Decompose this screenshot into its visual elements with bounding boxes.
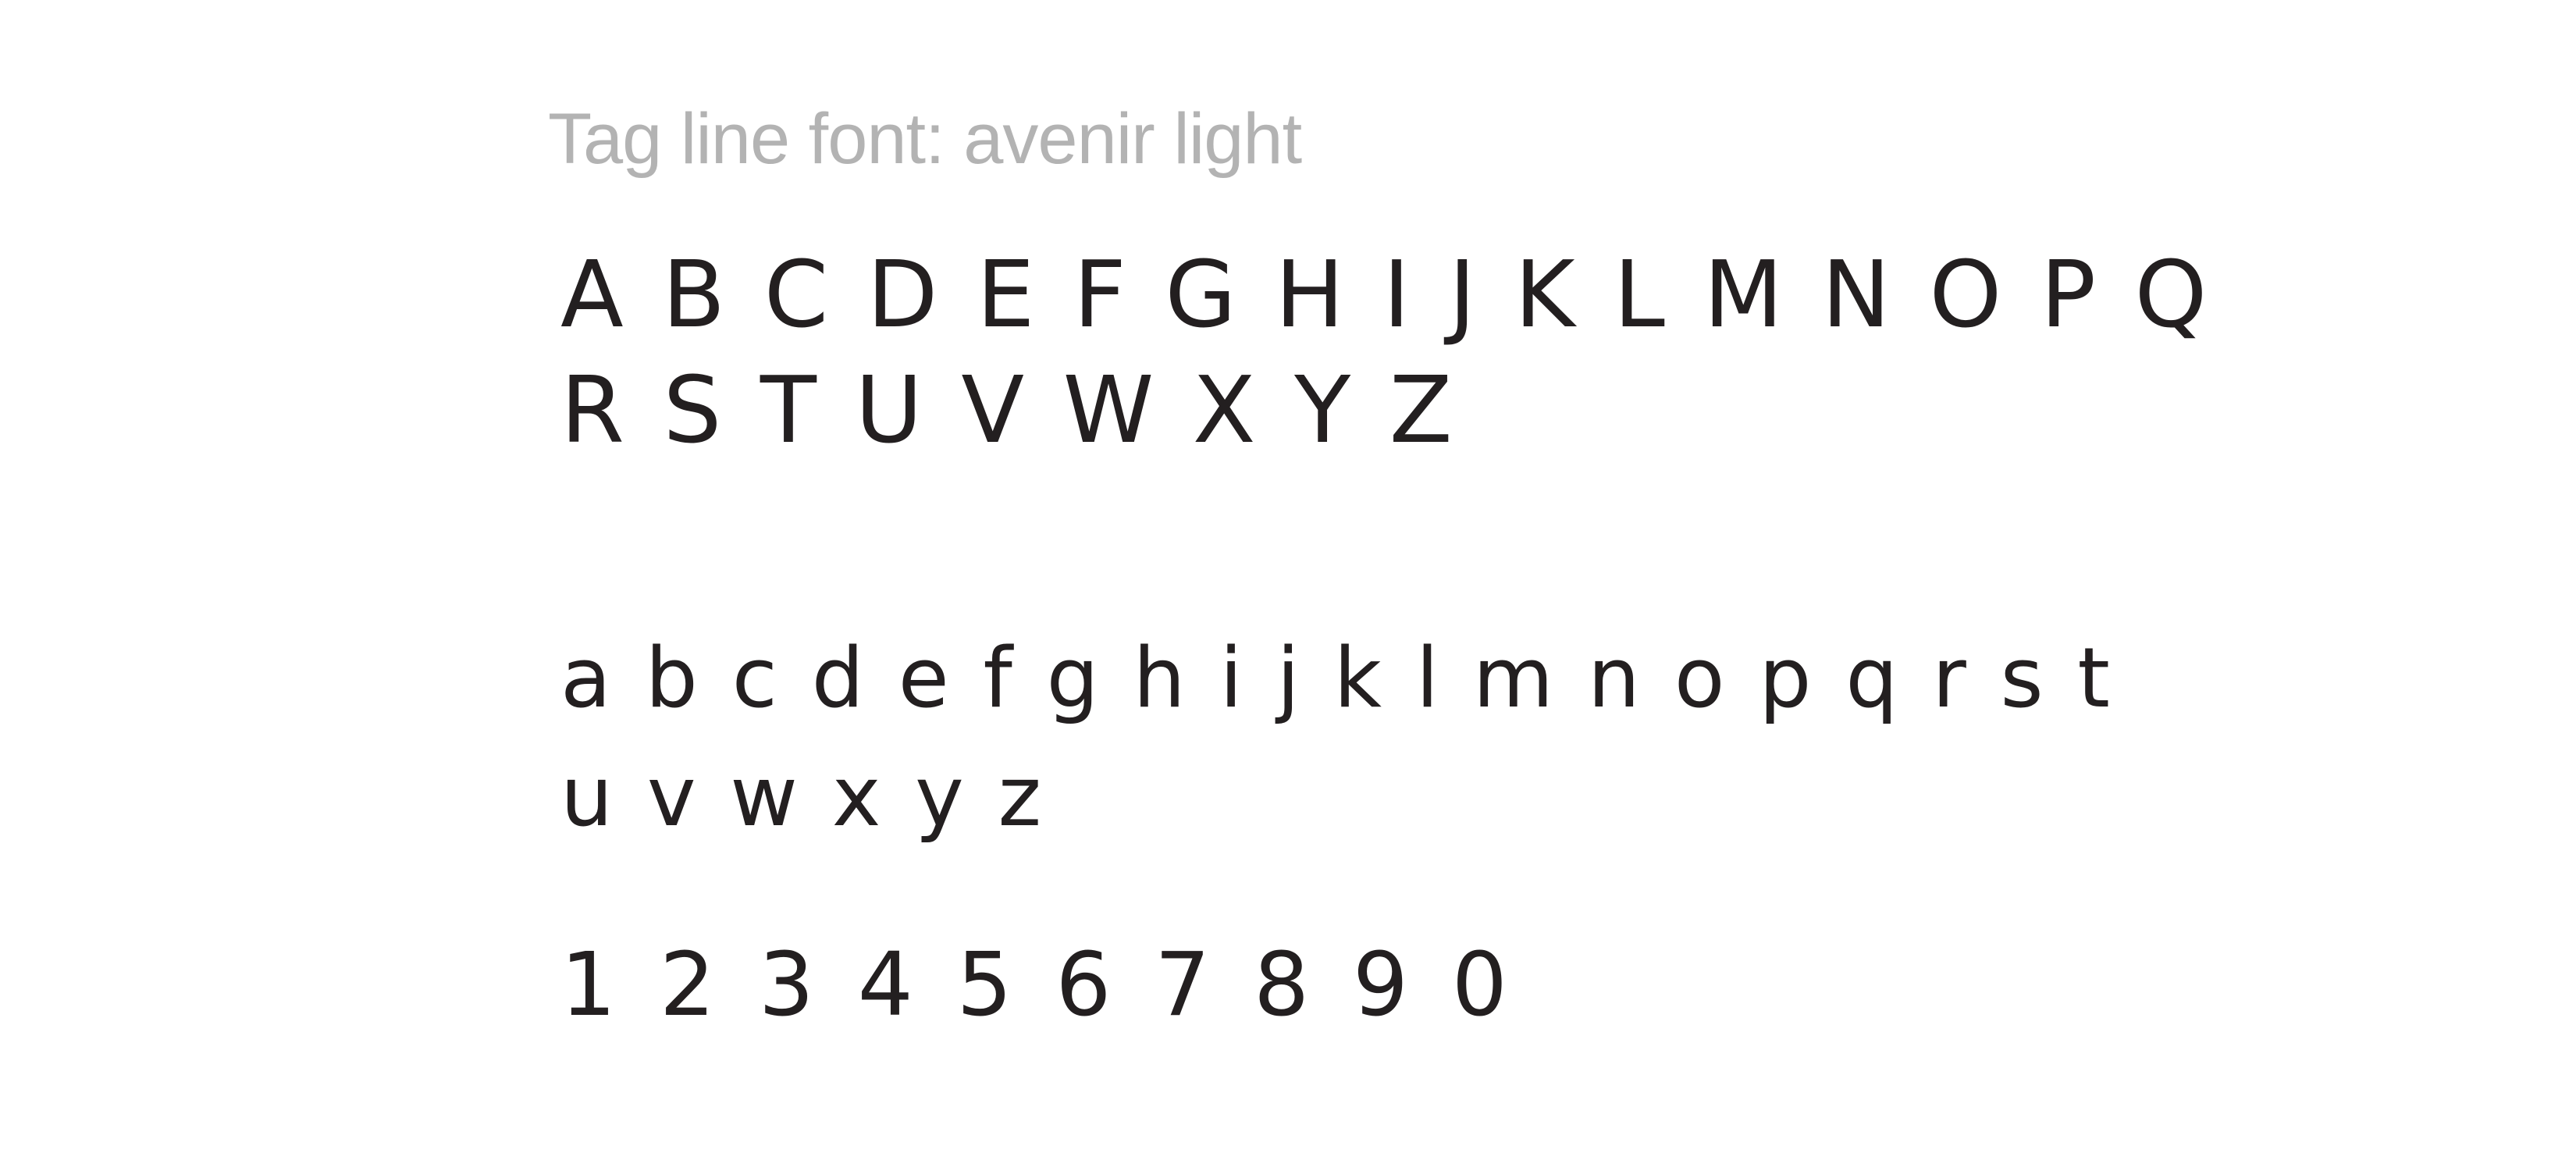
lowercase-alphabet-line-1: a b c d e f g h i j k l m n o p q r s t xyxy=(560,630,2115,726)
specimen-caption: Tag line font: avenir light xyxy=(548,99,1302,179)
uppercase-alphabet-line-1: A B C D E F G H I J K L M N O P Q xyxy=(560,240,2214,348)
font-specimen: Tag line font: avenir light A B C D E F … xyxy=(546,0,2420,1171)
lowercase-alphabet-line-2: u v w x y z xyxy=(560,749,1047,845)
numerals-line: 1 2 3 4 5 6 7 8 9 0 xyxy=(560,934,1515,1036)
uppercase-alphabet-line-2: R S T U V W X Y Z xyxy=(560,356,1459,464)
